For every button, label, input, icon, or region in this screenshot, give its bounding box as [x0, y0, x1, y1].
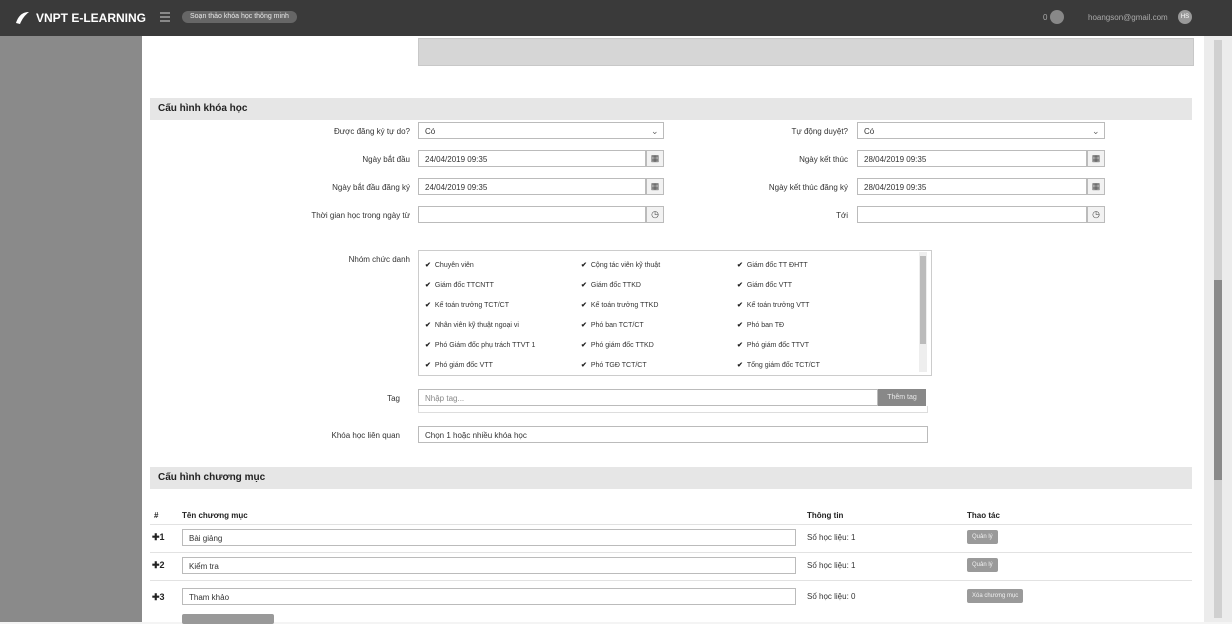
study-time-to-input[interactable] [857, 206, 1087, 223]
chevron-down-icon: ⌄ [1092, 126, 1100, 136]
chapter-name-input[interactable]: Tham khảo [182, 588, 796, 605]
divider [150, 524, 1192, 525]
manage-chapter-button[interactable]: Quản lý [967, 558, 998, 572]
divider [150, 552, 1192, 553]
col-action-header: Thao tác [967, 511, 1000, 520]
table-row-index[interactable]: ✚2 [152, 560, 165, 571]
auto-approve-value: Có [864, 127, 875, 136]
start-date-label: Ngày bắt đầu [362, 155, 410, 164]
auto-approve-label: Tự động duyệt? [791, 127, 848, 136]
checkbox-item[interactable]: ✔ Phó giám đốc VTT [425, 361, 493, 369]
top-navbar: VNPT E-LEARNING Soạn thảo khóa học thông… [0, 0, 1232, 36]
tag-label: Tag [387, 394, 400, 403]
checkbox-item[interactable]: ✔ Phó TGĐ TCT/CT [581, 361, 647, 369]
related-courses-label: Khóa học liên quan [331, 431, 401, 440]
col-index-header: # [154, 511, 159, 520]
start-date-input[interactable]: 24/04/2019 09:35 [418, 150, 646, 167]
checkbox-item[interactable]: ✔ Cộng tác viên kỹ thuật [581, 261, 660, 269]
bell-icon [1050, 10, 1065, 24]
mode-pill[interactable]: Soạn thảo khóa học thông minh [182, 11, 297, 23]
checkbox-item[interactable]: ✔ Giám đốc VTT [737, 281, 792, 289]
drag-handle-icon[interactable]: ✚ [152, 560, 160, 570]
chevron-down-icon: ⌄ [651, 126, 659, 136]
chapter-info: Số học liệu: 1 [807, 533, 856, 542]
delete-chapter-button[interactable]: Xóa chương mục [967, 589, 1024, 603]
chapter-name-input[interactable]: Bài giảng [182, 529, 796, 546]
page-scrollbar-thumb[interactable] [1214, 280, 1222, 480]
job-groups-list[interactable]: ✔ Chuyên viên ✔ Cộng tác viên kỹ thuật ✔ Gi… [418, 250, 932, 376]
tag-list-area [418, 406, 928, 413]
reg-end-label: Ngày kết thúc đăng ký [768, 183, 848, 192]
table-row-index[interactable]: ✚3 [152, 592, 165, 603]
related-courses-select[interactable]: Chọn 1 hoặc nhiều khóa học [418, 426, 928, 443]
checkbox-item[interactable]: ✔ Kế toán trưởng TTKD [581, 301, 658, 309]
chapter-name-input[interactable]: Kiểm tra [182, 557, 796, 574]
job-groups-label: Nhóm chức danh [348, 255, 410, 264]
reg-start-input[interactable]: 24/04/2019 09:35 [418, 178, 646, 195]
checkbox-item[interactable]: ✔ Phó Giám đốc phụ trách TTVT 1 [425, 341, 535, 349]
self-register-value: Có [425, 127, 436, 136]
avatar[interactable]: HS [1178, 10, 1192, 24]
job-groups-scrollbar-thumb[interactable] [920, 256, 926, 344]
app-logo[interactable]: VNPT E-LEARNING [14, 10, 146, 26]
self-register-select[interactable]: Có ⌄ [418, 122, 664, 139]
sidebar-background [0, 36, 142, 622]
tag-input[interactable]: Nhập tag... [418, 389, 878, 406]
chapter-info: Số học liệu: 1 [807, 561, 856, 570]
checkbox-item[interactable]: ✔ Giám đốc TTCNTT [425, 281, 494, 289]
calendar-icon[interactable]: ▦ [646, 178, 664, 195]
description-textarea[interactable] [418, 38, 1194, 66]
clock-icon[interactable]: ◷ [1087, 206, 1105, 223]
job-groups-scrollbar[interactable] [919, 252, 927, 372]
end-date-label: Ngày kết thúc [799, 155, 848, 164]
notification-count: 0 [1043, 12, 1048, 22]
divider [150, 580, 1192, 581]
vnpt-logo-icon [16, 12, 29, 24]
col-name-header: Tên chương mục [182, 511, 248, 520]
hamburger-menu-icon[interactable] [160, 12, 170, 22]
study-time-to-label: Tới [836, 211, 848, 220]
checkbox-item[interactable]: ✔ Phó ban TĐ [737, 321, 784, 329]
table-row-index[interactable]: ✚1 [152, 532, 165, 543]
notification-indicator[interactable]: 0 [1043, 10, 1065, 24]
study-time-from-input[interactable] [418, 206, 646, 223]
clock-icon[interactable]: ◷ [646, 206, 664, 223]
drag-handle-icon[interactable]: ✚ [152, 532, 160, 542]
reg-end-input[interactable]: 28/04/2019 09:35 [857, 178, 1087, 195]
checkbox-item[interactable]: ✔ Tổng giám đốc TCT/CT [737, 361, 820, 369]
checkbox-item[interactable]: ✔ Giám đốc TT ĐHTT [737, 261, 808, 269]
drag-handle-icon[interactable]: ✚ [152, 592, 160, 602]
calendar-icon[interactable]: ▦ [1087, 150, 1105, 167]
checkbox-item[interactable]: ✔ Phó ban TCT/CT [581, 321, 644, 329]
checkbox-item[interactable]: ✔ Phó giám đốc TTVT [737, 341, 809, 349]
reg-start-label: Ngày bắt đầu đăng ký [332, 183, 410, 192]
checkbox-item[interactable]: ✔ Chuyên viên [425, 261, 474, 269]
manage-chapter-button[interactable]: Quản lý [967, 530, 998, 544]
checkbox-item[interactable]: ✔ Kế toán trưởng VTT [737, 301, 809, 309]
end-date-input[interactable]: 28/04/2019 09:35 [857, 150, 1087, 167]
col-info-header: Thông tin [807, 511, 844, 520]
chapter-info: Số học liệu: 0 [807, 592, 856, 601]
calendar-icon[interactable]: ▦ [646, 150, 664, 167]
logo-text: VNPT E-LEARNING [36, 11, 147, 25]
course-config-header: Cấu hình khóa học [150, 98, 1192, 120]
add-tag-button[interactable]: Thêm tag [878, 389, 926, 406]
auto-approve-select[interactable]: Có ⌄ [857, 122, 1105, 139]
checkbox-item[interactable]: ✔ Nhân viên kỹ thuật ngoại vi [425, 321, 519, 329]
checkbox-item[interactable]: ✔ Giám đốc TTKD [581, 281, 641, 289]
checkbox-item[interactable]: ✔ Phó giám đốc TTKD [581, 341, 654, 349]
checkbox-item[interactable]: ✔ Kế toán trưởng TCT/CT [425, 301, 509, 309]
add-chapter-button[interactable] [182, 614, 274, 624]
self-register-label: Được đăng ký tự do? [334, 127, 410, 136]
user-email[interactable]: hoangson@gmail.com [1088, 13, 1168, 22]
study-time-label: Thời gian học trong ngày từ [311, 211, 410, 220]
calendar-icon[interactable]: ▦ [1087, 178, 1105, 195]
chapter-config-header: Cấu hình chương mục [150, 467, 1192, 489]
